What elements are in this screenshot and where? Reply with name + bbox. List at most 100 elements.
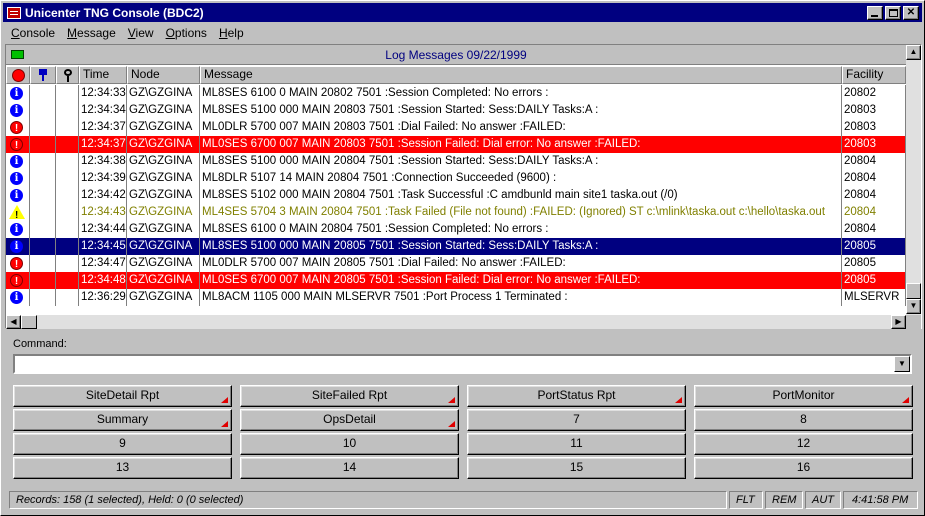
- menu-item-options[interactable]: Options: [160, 24, 213, 42]
- log-row[interactable]: i 12:34:34 GZ\GZGINA ML8SES 5100 000 MAIN 2…: [6, 102, 906, 119]
- log-row[interactable]: ! 12:34:47 GZ\GZGINA ML0DLR 5700 007 MAIN 2…: [6, 255, 906, 272]
- message-cell: ML8SES 6100 0 MAIN 20802 7501 :Session C…: [200, 85, 842, 102]
- node-cell: GZ\GZGINA: [127, 153, 200, 170]
- minimize-button[interactable]: [867, 5, 883, 20]
- command-button-7[interactable]: 7: [467, 409, 686, 431]
- status-clock: 4:41:58 PM: [843, 491, 918, 509]
- scroll-right-button[interactable]: ▶: [891, 315, 906, 329]
- log-row[interactable]: i 12:34:44 GZ\GZGINA ML8SES 6100 0 MAIN 208…: [6, 221, 906, 238]
- command-button-15[interactable]: 15: [467, 457, 686, 479]
- command-button-10[interactable]: 10: [240, 433, 459, 455]
- title-bar[interactable]: Unicenter TNG Console (BDC2) ✕: [3, 3, 922, 22]
- log-row[interactable]: i 12:34:38 GZ\GZGINA ML8SES 5100 000 MAIN 2…: [6, 153, 906, 170]
- column-header-time[interactable]: Time: [79, 66, 127, 84]
- scroll-left-button[interactable]: ◀: [6, 315, 21, 329]
- scroll-down-button[interactable]: ▼: [906, 299, 921, 314]
- command-button-sitefailed-rpt[interactable]: SiteFailed Rpt: [240, 385, 459, 407]
- submenu-indicator-icon: [448, 397, 455, 403]
- command-button-portstatus-rpt[interactable]: PortStatus Rpt: [467, 385, 686, 407]
- info-icon: i: [10, 87, 23, 100]
- command-button-opsdetail[interactable]: OpsDetail: [240, 409, 459, 431]
- column-header-facility[interactable]: Facility: [842, 66, 906, 84]
- log-row[interactable]: i 12:34:39 GZ\GZGINA ML8DLR 5107 14 MAIN 20…: [6, 170, 906, 187]
- severity-cell: i: [6, 85, 30, 102]
- node-cell: GZ\GZGINA: [127, 272, 200, 289]
- message-cell: ML0SES 6700 007 MAIN 20805 7501 :Session…: [200, 272, 842, 289]
- menu-item-view[interactable]: View: [122, 24, 160, 42]
- column-header-lock[interactable]: [56, 66, 79, 84]
- submenu-indicator-icon: [221, 421, 228, 427]
- command-button-portmonitor[interactable]: PortMonitor: [694, 385, 913, 407]
- log-row[interactable]: i 12:36:29 GZ\GZGINA ML8ACM 1105 000 MAIN M…: [6, 289, 906, 306]
- time-cell: 12:34:48: [79, 272, 127, 289]
- hold-cell: [30, 255, 56, 272]
- horizontal-scroll-thumb[interactable]: [21, 315, 37, 329]
- log-row[interactable]: 12:34:43GZ\GZGINAML4SES 5704 3 MAIN 2080…: [6, 204, 906, 221]
- log-row[interactable]: ! 12:34:48 GZ\GZGINA ML0SES 6700 007 MAIN 2…: [6, 272, 906, 289]
- column-header-message[interactable]: Message: [200, 66, 842, 84]
- maximize-icon: [889, 8, 898, 17]
- button-label: 9: [119, 436, 126, 450]
- lock-cell: [56, 136, 79, 153]
- stop-icon: [12, 69, 25, 82]
- lock-cell: [56, 102, 79, 119]
- facility-cell: 20805: [842, 272, 906, 289]
- command-button-13[interactable]: 13: [13, 457, 232, 479]
- button-label: 13: [115, 460, 130, 474]
- menu-mnemonic: H: [218, 26, 228, 40]
- message-cell: ML4SES 5704 3 MAIN 20804 7501 :Task Fail…: [200, 204, 842, 221]
- node-cell: GZ\GZGINA: [127, 204, 200, 221]
- node-cell: GZ\GZGINA: [127, 255, 200, 272]
- lock-cell: [56, 119, 79, 136]
- message-cell: ML8SES 5102 000 MAIN 20804 7501 :Task Su…: [200, 187, 842, 204]
- severity-cell: i: [6, 238, 30, 255]
- command-dropdown-button[interactable]: ▼: [894, 356, 910, 372]
- menu-label: elp: [227, 26, 244, 40]
- facility-cell: 20802: [842, 85, 906, 102]
- command-button-12[interactable]: 12: [694, 433, 913, 455]
- scroll-corner: [906, 315, 921, 329]
- log-title: Log Messages 09/22/1999: [385, 48, 527, 62]
- app-icon[interactable]: [7, 6, 21, 19]
- command-button-9[interactable]: 9: [13, 433, 232, 455]
- message-cell: ML0SES 6700 007 MAIN 20803 7501 :Session…: [200, 136, 842, 153]
- menu-item-message[interactable]: Message: [61, 24, 122, 42]
- time-cell: 12:34:37: [79, 119, 127, 136]
- menu-item-help[interactable]: Help: [213, 24, 250, 42]
- column-header-node[interactable]: Node: [127, 66, 200, 84]
- menu-item-console[interactable]: Console: [5, 24, 61, 42]
- command-input[interactable]: ▼: [13, 354, 912, 374]
- horizontal-scrollbar[interactable]: ◀ ▶: [6, 315, 906, 329]
- command-button-14[interactable]: 14: [240, 457, 459, 479]
- message-cell: ML8SES 5100 000 MAIN 20804 7501 :Session…: [200, 153, 842, 170]
- column-header-hold[interactable]: [30, 66, 56, 84]
- command-button-sitedetail-rpt[interactable]: SiteDetail Rpt: [13, 385, 232, 407]
- flag-icon[interactable]: [11, 50, 24, 59]
- menu-label: iew: [135, 26, 154, 40]
- command-button-11[interactable]: 11: [467, 433, 686, 455]
- column-header-status[interactable]: [6, 66, 30, 84]
- log-row[interactable]: i 12:34:33 GZ\GZGINA ML8SES 6100 0 MAIN 208…: [6, 85, 906, 102]
- log-row[interactable]: i 12:34:42 GZ\GZGINA ML8SES 5102 000 MAIN 2…: [6, 187, 906, 204]
- button-label: OpsDetail: [323, 412, 376, 426]
- vertical-scrollbar[interactable]: ▲ ▼: [906, 45, 921, 315]
- close-button[interactable]: ✕: [903, 5, 919, 20]
- node-cell: GZ\GZGINA: [127, 102, 200, 119]
- maximize-button[interactable]: [885, 5, 901, 20]
- command-button-summary[interactable]: Summary: [13, 409, 232, 431]
- hold-cell: [30, 170, 56, 187]
- log-row[interactable]: ! 12:34:37 GZ\GZGINA ML0DLR 5700 007 MAIN 2…: [6, 119, 906, 136]
- vertical-scroll-thumb[interactable]: [906, 283, 921, 299]
- lock-cell: [56, 153, 79, 170]
- window-title: Unicenter TNG Console (BDC2): [25, 5, 204, 20]
- scroll-up-button[interactable]: ▲: [906, 45, 921, 60]
- message-cell: ML8SES 6100 0 MAIN 20804 7501 :Session C…: [200, 221, 842, 238]
- command-button-16[interactable]: 16: [694, 457, 913, 479]
- command-button-8[interactable]: 8: [694, 409, 913, 431]
- severity-cell: !: [6, 272, 30, 289]
- log-row[interactable]: i 12:34:45 GZ\GZGINA ML8SES 5100 000 MAIN 2…: [6, 238, 906, 255]
- button-label: PortStatus Rpt: [537, 388, 616, 402]
- log-row[interactable]: ! 12:34:37 GZ\GZGINA ML0SES 6700 007 MAIN 2…: [6, 136, 906, 153]
- info-icon: i: [10, 155, 23, 168]
- menu-mnemonic: C: [11, 26, 20, 40]
